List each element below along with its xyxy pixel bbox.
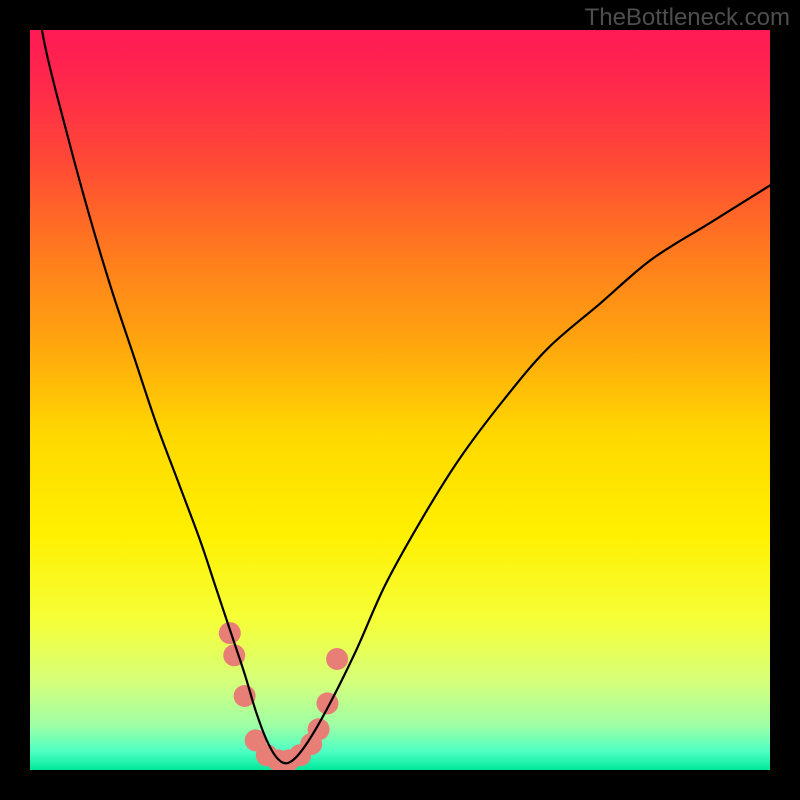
chart-svg [30,30,770,770]
watermark-text: TheBottleneck.com [585,4,790,32]
data-marker [326,648,348,670]
data-marker [219,622,241,644]
outer-black-frame: TheBottleneck.com [0,0,800,800]
gradient-background [30,30,770,770]
chart-plot-area [30,30,770,770]
